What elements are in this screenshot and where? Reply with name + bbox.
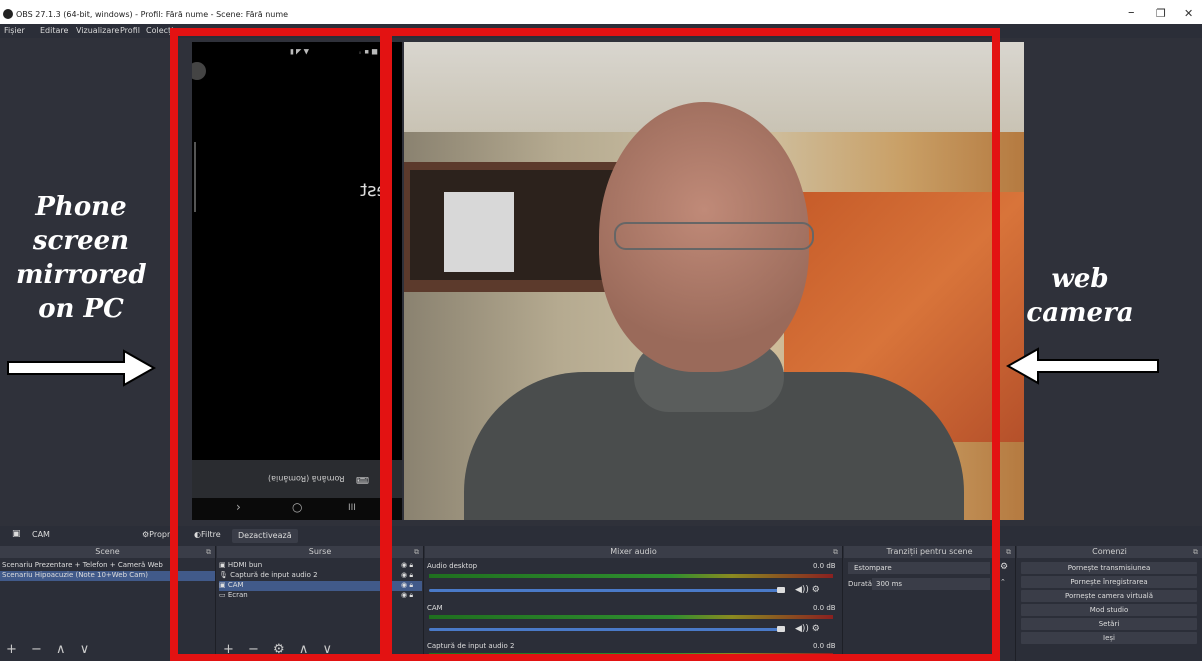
arrow-right-icon [7, 349, 157, 387]
window-title: OBS 27.1.3 (64-bit, windows) - Profil: F… [16, 10, 289, 19]
controls-panel: Comenzi ⧉ Pornește transmisiunea Pornește… [1017, 546, 1202, 661]
obs-logo-icon [3, 9, 13, 19]
selected-source-name: CAM [32, 530, 50, 539]
close-button[interactable]: ✕ [1184, 7, 1193, 20]
red-frame-phone [170, 28, 388, 661]
controls-header: Comenzi ⧉ [1017, 546, 1202, 558]
annotation-camera-label: web camera [1026, 264, 1134, 328]
annotation-phone-label: Phone screen mirrored on PC [16, 192, 147, 324]
maximize-button[interactable]: ❐ [1156, 7, 1166, 20]
scene-item[interactable]: Scenariu Prezentare + Telefon + Cameră W… [2, 561, 163, 571]
arrow-left-icon [1005, 347, 1159, 385]
menu-profile[interactable]: Profil [120, 26, 140, 35]
transition-settings-gear-icon[interactable]: ⚙ [1000, 562, 1008, 572]
menu-file[interactable]: Fișier [4, 26, 25, 35]
camera-source-icon: ▣ [12, 529, 21, 539]
studio-mode-button[interactable]: Mod studio [1021, 604, 1197, 616]
start-streaming-button[interactable]: Pornește transmisiunea [1021, 562, 1197, 574]
duration-spinner-icon[interactable]: ⌃ [1000, 578, 1006, 588]
settings-button[interactable]: Setări [1021, 618, 1197, 630]
title-bar: OBS 27.1.3 (64-bit, windows) - Profil: F… [0, 0, 1202, 24]
scenes-footer-controls[interactable]: + − ∧ ∨ [6, 642, 94, 657]
menu-view[interactable]: Vizualizare [76, 26, 119, 35]
exit-button[interactable]: Ieși [1021, 632, 1197, 644]
minimize-button[interactable]: – [1128, 5, 1135, 20]
start-recording-button[interactable]: Pornește înregistrarea [1021, 576, 1197, 588]
properties-button[interactable]: ⚙Propr [142, 530, 170, 539]
red-frame-camera [384, 28, 1000, 661]
start-virtual-camera-button[interactable]: Pornește camera virtuală [1021, 590, 1197, 602]
menu-edit[interactable]: Editare [40, 26, 68, 35]
